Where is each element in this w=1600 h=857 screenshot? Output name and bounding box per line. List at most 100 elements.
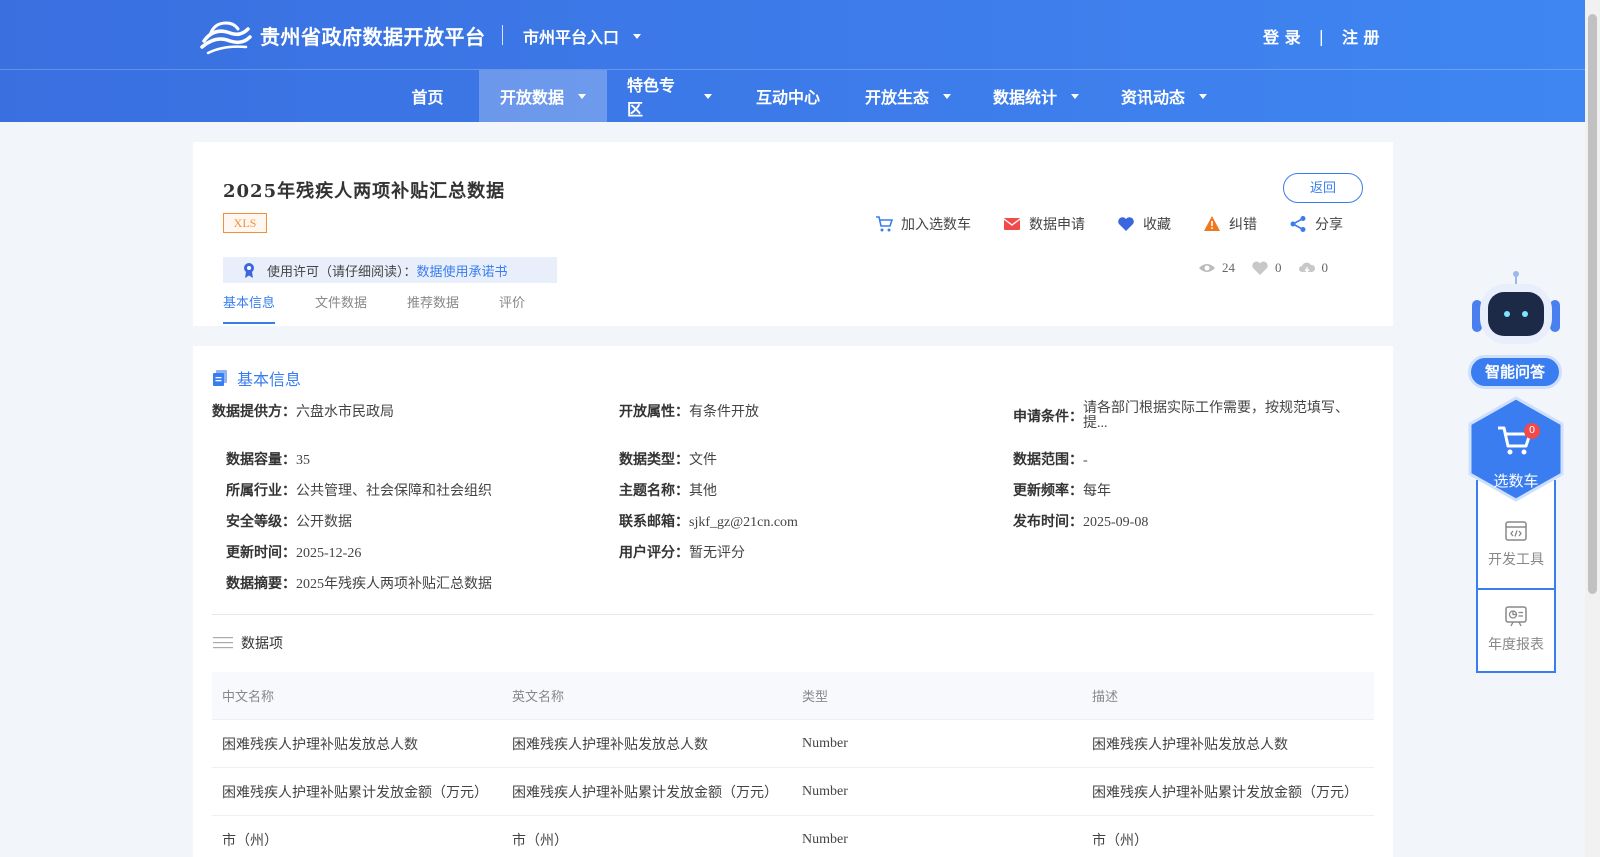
- nav-news-label: 资讯动态: [1120, 88, 1185, 107]
- field-key: 用户评分：: [619, 546, 689, 561]
- nav-news[interactable]: 资讯动态: [1100, 70, 1228, 122]
- data-apply-button[interactable]: 数据申请: [1003, 214, 1085, 234]
- city-platform-dropdown[interactable]: 市州平台入口: [523, 24, 642, 48]
- license-link[interactable]: 数据使用承诺书: [417, 261, 508, 280]
- field-value: 暂无评分: [689, 546, 745, 561]
- field-value: 其他: [689, 484, 717, 499]
- list-icon: [213, 637, 233, 649]
- annual-report-label: 年度报表: [1488, 638, 1544, 653]
- table-cell: Number: [802, 831, 848, 847]
- share-button[interactable]: 分享: [1289, 214, 1343, 234]
- login-link[interactable]: 登 录: [1263, 24, 1301, 48]
- document-icon: [213, 370, 227, 386]
- data-items-table: 中文名称 英文名称 类型 描述 困难残疾人护理补贴发放总人数 困难残疾人护理补贴…: [212, 672, 1374, 857]
- field-provider: 数据提供方：六盘水市民政局: [212, 401, 394, 421]
- register-link[interactable]: 注 册: [1342, 24, 1380, 48]
- field-value: sjkf_gz@21cn.com: [689, 515, 798, 530]
- cart-label: 选数车: [1493, 474, 1539, 490]
- ai-qa-button[interactable]: 智能问答: [1468, 355, 1562, 389]
- basic-info-title: 基本信息: [213, 366, 301, 390]
- field-apply-condition: 申请条件： 请各部门根据实际工作需要，按规范填写、提...: [1013, 401, 1373, 431]
- field-key: 安全等级：: [226, 515, 296, 530]
- chevron-down-icon: [1199, 93, 1207, 99]
- field-key: 数据提供方：: [212, 405, 296, 420]
- nav-open-data[interactable]: 开放数据: [479, 70, 607, 122]
- nav-open-data-label: 开放数据: [499, 88, 564, 107]
- scrollbar-thumb[interactable]: [1588, 14, 1597, 594]
- field-key: 申请条件：: [1013, 410, 1083, 425]
- tab-recommended[interactable]: 推荐数据: [407, 292, 459, 324]
- basic-info-title-text: 基本信息: [237, 372, 302, 389]
- nav-special-zone[interactable]: 特色专区: [607, 70, 732, 122]
- back-button[interactable]: 返回: [1283, 173, 1363, 203]
- field-value: 公共管理、社会保障和社会组织: [296, 484, 492, 499]
- field-update-time: 更新时间：2025-12-26: [226, 542, 361, 562]
- add-to-cart-label: 加入选数车: [901, 218, 971, 233]
- header-divider: [502, 25, 503, 45]
- format-tag: XLS: [223, 213, 267, 233]
- field-email: 联系邮箱：sjkf_gz@21cn.com: [619, 511, 798, 531]
- field-value: 六盘水市民政局: [296, 405, 394, 420]
- nav-home-label: 首页: [411, 88, 444, 107]
- field-value: -: [1083, 453, 1088, 468]
- dataset-stats: 24 0 0: [1198, 260, 1344, 276]
- site-logo[interactable]: 贵州省政府数据开放平台: [200, 15, 486, 55]
- nav-home[interactable]: 首页: [376, 70, 479, 122]
- field-key: 数据类型：: [619, 453, 689, 468]
- field-security: 安全等级：公开数据: [226, 511, 352, 531]
- field-key: 发布时间：: [1013, 515, 1083, 530]
- field-value: 2025-09-08: [1083, 515, 1149, 530]
- heart-icon: [1118, 217, 1134, 231]
- tab-reviews[interactable]: 评价: [499, 292, 525, 324]
- vertical-scrollbar[interactable]: [1585, 0, 1600, 857]
- annual-report-button[interactable]: 年度报表: [1478, 590, 1554, 672]
- add-to-cart-button[interactable]: 加入选数车: [875, 214, 971, 234]
- chevron-down-icon: [704, 93, 712, 99]
- cart-count-badge: 0: [1524, 423, 1540, 439]
- share-icon: [1290, 216, 1306, 232]
- field-value: 文件: [689, 453, 717, 468]
- field-value: 有条件开放: [689, 405, 759, 420]
- tab-basic-info[interactable]: 基本信息: [223, 292, 276, 324]
- field-key: 数据容量：: [226, 453, 296, 468]
- field-value: 2025年残疾人两项补贴汇总数据: [296, 577, 492, 592]
- cloud-download-icon: [1298, 262, 1315, 273]
- table-header-row: 中文名称 英文名称 类型 描述: [212, 672, 1374, 720]
- field-key: 主题名称：: [619, 484, 689, 499]
- field-scope: 数据范围：-: [1013, 449, 1088, 469]
- report-error-button[interactable]: 纠错: [1203, 214, 1257, 234]
- table-cell: 困难残疾人护理补贴累计发放金额（万元）: [512, 785, 778, 801]
- field-industry: 所属行业：公共管理、社会保障和社会组织: [226, 480, 492, 500]
- data-items-title: 数据项: [213, 633, 283, 653]
- views-count: 24: [1222, 260, 1235, 275]
- side-tools-panel: 开发工具 年度报表: [1476, 480, 1556, 673]
- nav-statistics[interactable]: 数据统计: [972, 70, 1100, 122]
- nav-special-zone-label: 特色专区: [627, 76, 676, 119]
- code-icon: [1505, 521, 1527, 541]
- views-stat: 24: [1198, 260, 1235, 276]
- chevron-down-icon: [633, 33, 642, 39]
- data-items-title-text: 数据项: [241, 637, 283, 652]
- report-error-label: 纠错: [1229, 218, 1257, 233]
- field-rating: 用户评分：暂无评分: [619, 542, 745, 562]
- report-icon: [1505, 606, 1527, 627]
- field-summary: 数据摘要：2025年残疾人两项补贴汇总数据: [226, 573, 492, 593]
- table-row: 市（州） 市（州） Number 市（州）: [212, 816, 1374, 857]
- nav-ecosystem[interactable]: 开放生态: [844, 70, 972, 122]
- table-cell: Number: [802, 783, 848, 799]
- dataset-actions: 加入选数车 数据申请 收藏 纠错 分享: [875, 214, 1343, 234]
- likes-stat: 0: [1251, 260, 1282, 276]
- field-key: 联系邮箱：: [619, 515, 689, 530]
- nav-interaction[interactable]: 互动中心: [732, 70, 844, 122]
- nav-ecosystem-label: 开放生态: [864, 88, 929, 107]
- chevron-down-icon: [578, 93, 586, 99]
- table-cell: Number: [802, 735, 848, 751]
- cloud-logo-icon: [200, 21, 252, 55]
- downloads-count: 0: [1321, 260, 1329, 275]
- warning-icon: [1204, 216, 1220, 231]
- favorite-button[interactable]: 收藏: [1117, 214, 1171, 234]
- tab-file-data[interactable]: 文件数据: [315, 292, 367, 324]
- dataset-title: 2025年残疾人两项补贴汇总数据: [223, 181, 506, 202]
- column-header: 英文名称: [512, 689, 565, 704]
- main-nav: 首页 开放数据 特色专区 互动中心 开放生态 数据统计 资讯动态: [376, 70, 1228, 122]
